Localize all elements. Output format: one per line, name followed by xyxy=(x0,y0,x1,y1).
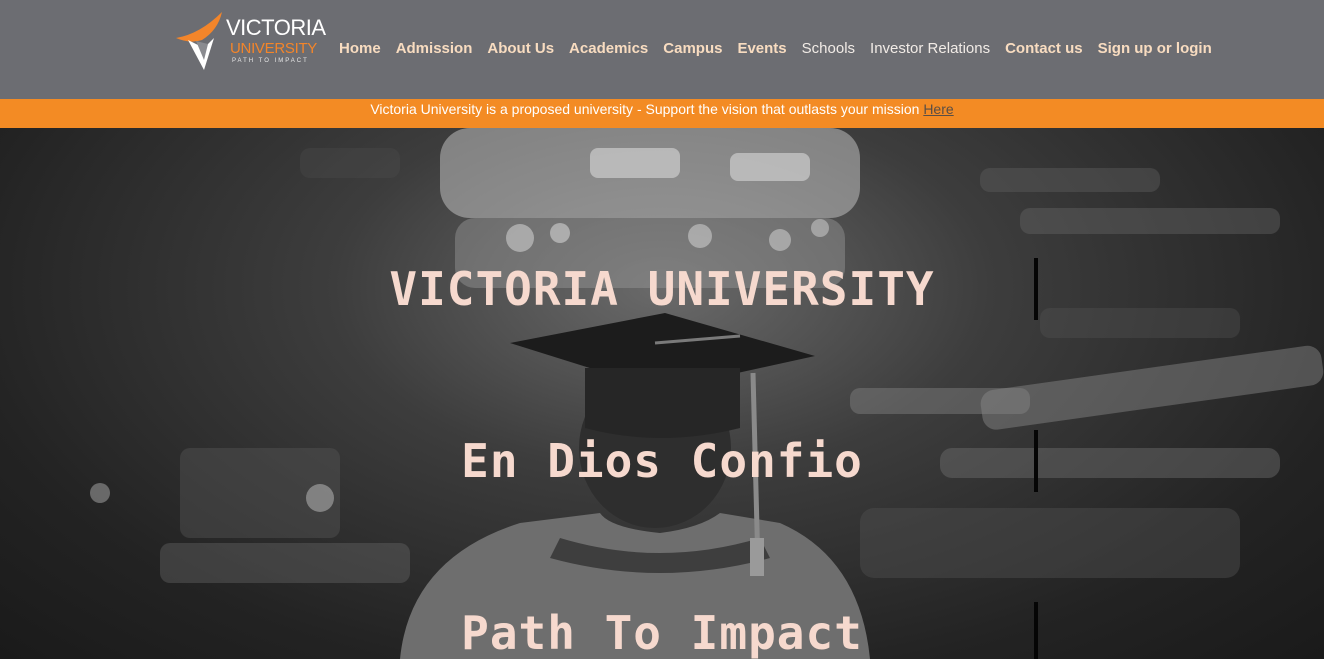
nav-academics[interactable]: Academics xyxy=(569,40,648,58)
nav-admission[interactable]: Admission xyxy=(396,40,473,58)
typing-cursor xyxy=(1034,430,1038,492)
victoria-university-logo[interactable]: VICTORIA UNIVERSITY PATH TO IMPACT xyxy=(174,8,326,74)
nav-investor-relations[interactable]: Investor Relations xyxy=(870,40,990,58)
nav-events[interactable]: Events xyxy=(737,40,786,58)
nav-home[interactable]: Home xyxy=(339,40,381,58)
nav-contact-us[interactable]: Contact us xyxy=(1005,40,1083,58)
hero-headline-line-1: VICTORIA UNIVERSITY xyxy=(389,262,935,316)
main-nav: Home Admission About Us Academics Campus… xyxy=(339,40,1227,58)
announcement-banner: Victoria University is a proposed univer… xyxy=(0,99,1324,128)
typing-cursor xyxy=(1034,602,1038,659)
site-header: VICTORIA UNIVERSITY PATH TO IMPACT Home … xyxy=(0,0,1324,99)
nav-schools[interactable]: Schools xyxy=(802,40,855,58)
banner-here-link[interactable]: Here xyxy=(923,101,953,117)
nav-about-us[interactable]: About Us xyxy=(487,40,554,58)
hero-headline-line-2: En Dios Confio xyxy=(461,434,863,488)
banner-text: Victoria University is a proposed univer… xyxy=(370,101,920,117)
logo-title: VICTORIA xyxy=(226,15,326,40)
logo-tagline: PATH TO IMPACT xyxy=(232,58,309,64)
hero-graduate-photo xyxy=(90,128,1324,659)
hero-headline-line-3: Path To Impact xyxy=(461,606,863,659)
nav-campus[interactable]: Campus xyxy=(663,40,722,58)
logo-emblem-icon xyxy=(176,12,222,70)
typing-cursor xyxy=(1034,258,1038,320)
logo-subtitle: UNIVERSITY xyxy=(230,40,318,57)
hero-section: VICTORIA UNIVERSITY En Dios Confio Path … xyxy=(0,128,1324,659)
nav-sign-up-login[interactable]: Sign up or login xyxy=(1098,40,1212,58)
